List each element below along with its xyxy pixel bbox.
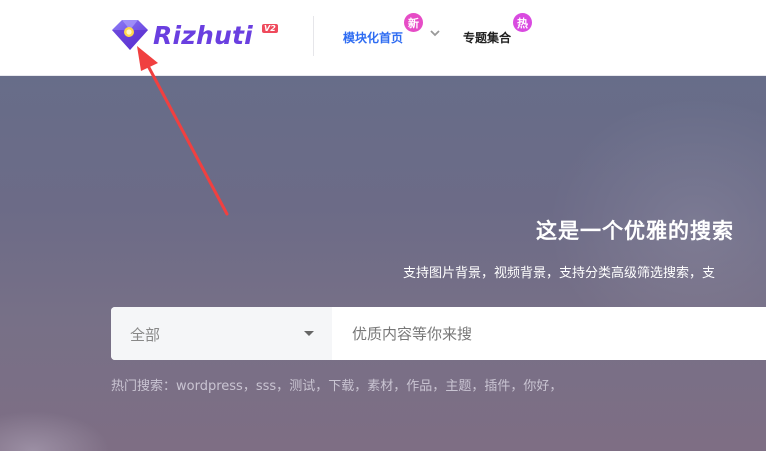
hero-section: 这是一个优雅的搜索 支持图片背景，视频背景，支持分类高级筛选搜索，支 全部 热门… [0,75,766,451]
caret-down-icon [304,331,314,336]
hot-search-label: 热门搜索： [111,379,177,394]
hot-keyword[interactable]: 插件 [484,379,510,394]
page: Rizhuti V2 模块化首页 新 专题集合 热 这是一个优雅的搜索 支持图片… [0,0,766,451]
search-input[interactable] [332,307,766,360]
nav-item-topics[interactable]: 专题集合 [463,29,511,46]
site-header: Rizhuti V2 模块化首页 新 专题集合 热 [0,0,766,76]
nav-item-modular-home[interactable]: 模块化首页 [343,29,403,46]
search-bar: 全部 [111,307,766,360]
hot-keyword[interactable]: wordpress [176,379,243,394]
hero-title: 这是一个优雅的搜索 [536,219,734,243]
category-select[interactable]: 全部 [111,307,332,360]
chevron-down-icon[interactable] [429,27,441,39]
hot-keyword[interactable]: sss [256,379,276,394]
hot-keyword[interactable]: 主题 [445,379,471,394]
hot-keyword[interactable]: 测试 [289,379,315,394]
version-badge: V2 [262,24,278,33]
diamond-logo-icon [112,20,148,50]
hero-subtitle: 支持图片背景，视频背景，支持分类高级筛选搜索，支 [403,266,716,281]
hot-keyword[interactable]: 你好 [523,379,549,394]
new-badge: 新 [404,13,423,32]
hot-badge: 热 [513,13,532,32]
category-selected-value: 全部 [130,326,161,344]
header-divider [313,16,314,56]
logo[interactable]: Rizhuti [109,17,253,53]
hot-keyword[interactable]: 作品 [406,379,432,394]
logo-text: Rizhuti [153,20,253,50]
hot-search: 热门搜索：wordpress，sss，测试，下载，素材，作品，主题，插件，你好， [111,379,563,394]
hot-keyword[interactable]: 下载 [328,379,354,394]
hero-cloud [0,411,110,451]
hot-keyword[interactable]: 素材 [367,379,393,394]
